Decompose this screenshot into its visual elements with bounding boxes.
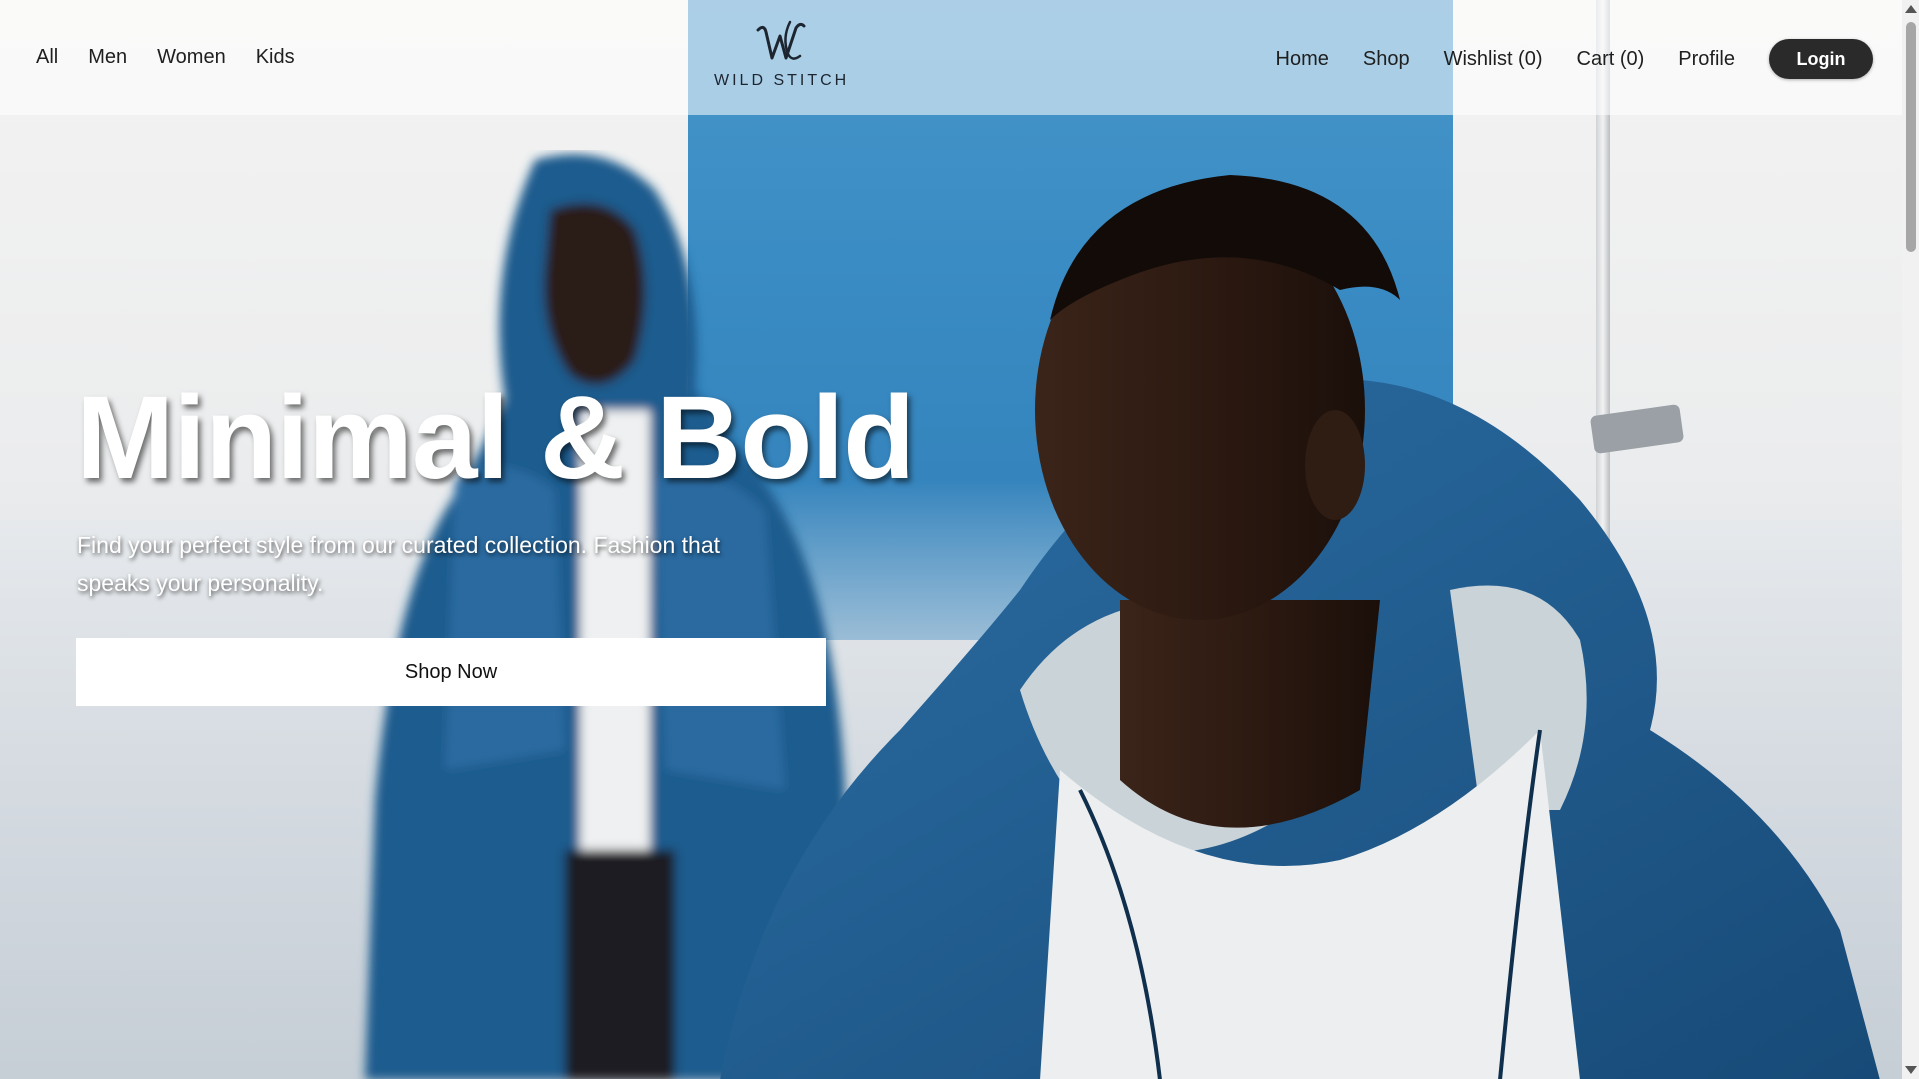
category-nav: All Men Women Kids (36, 46, 295, 69)
login-button[interactable]: Login (1769, 39, 1873, 79)
scroll-down-arrow-icon[interactable] (1905, 1066, 1917, 1074)
hero-subtitle: Find your perfect style from our curated… (77, 532, 721, 596)
nav-link-cart[interactable]: Cart (0) (1577, 48, 1645, 71)
nav-link-all[interactable]: All (36, 46, 58, 69)
foreground-model-image (720, 175, 1880, 1079)
scroll-up-arrow-icon[interactable] (1905, 5, 1917, 13)
nav-link-kids[interactable]: Kids (256, 46, 295, 69)
nav-link-profile[interactable]: Profile (1678, 48, 1735, 71)
page-scrollbar[interactable] (1902, 0, 1919, 1079)
site-header: All Men Women Kids WILD STITCH Home Shop… (0, 0, 1919, 115)
ws-monogram-icon (756, 20, 806, 60)
nav-link-wishlist[interactable]: Wishlist (0) (1444, 48, 1543, 71)
hero-title: Minimal & Bold (76, 372, 915, 504)
brand-name: WILD STITCH (714, 72, 850, 89)
scrollbar-thumb[interactable] (1906, 22, 1916, 252)
nav-link-shop[interactable]: Shop (1363, 48, 1410, 71)
nav-link-home[interactable]: Home (1276, 48, 1329, 71)
account-nav: Home Shop Wishlist (0) Cart (0) Profile … (1276, 39, 1873, 79)
nav-link-men[interactable]: Men (88, 46, 127, 69)
brand-logo[interactable]: WILD STITCH (714, 18, 846, 90)
nav-link-women[interactable]: Women (157, 46, 226, 69)
shop-now-button[interactable]: Shop Now (76, 638, 826, 706)
